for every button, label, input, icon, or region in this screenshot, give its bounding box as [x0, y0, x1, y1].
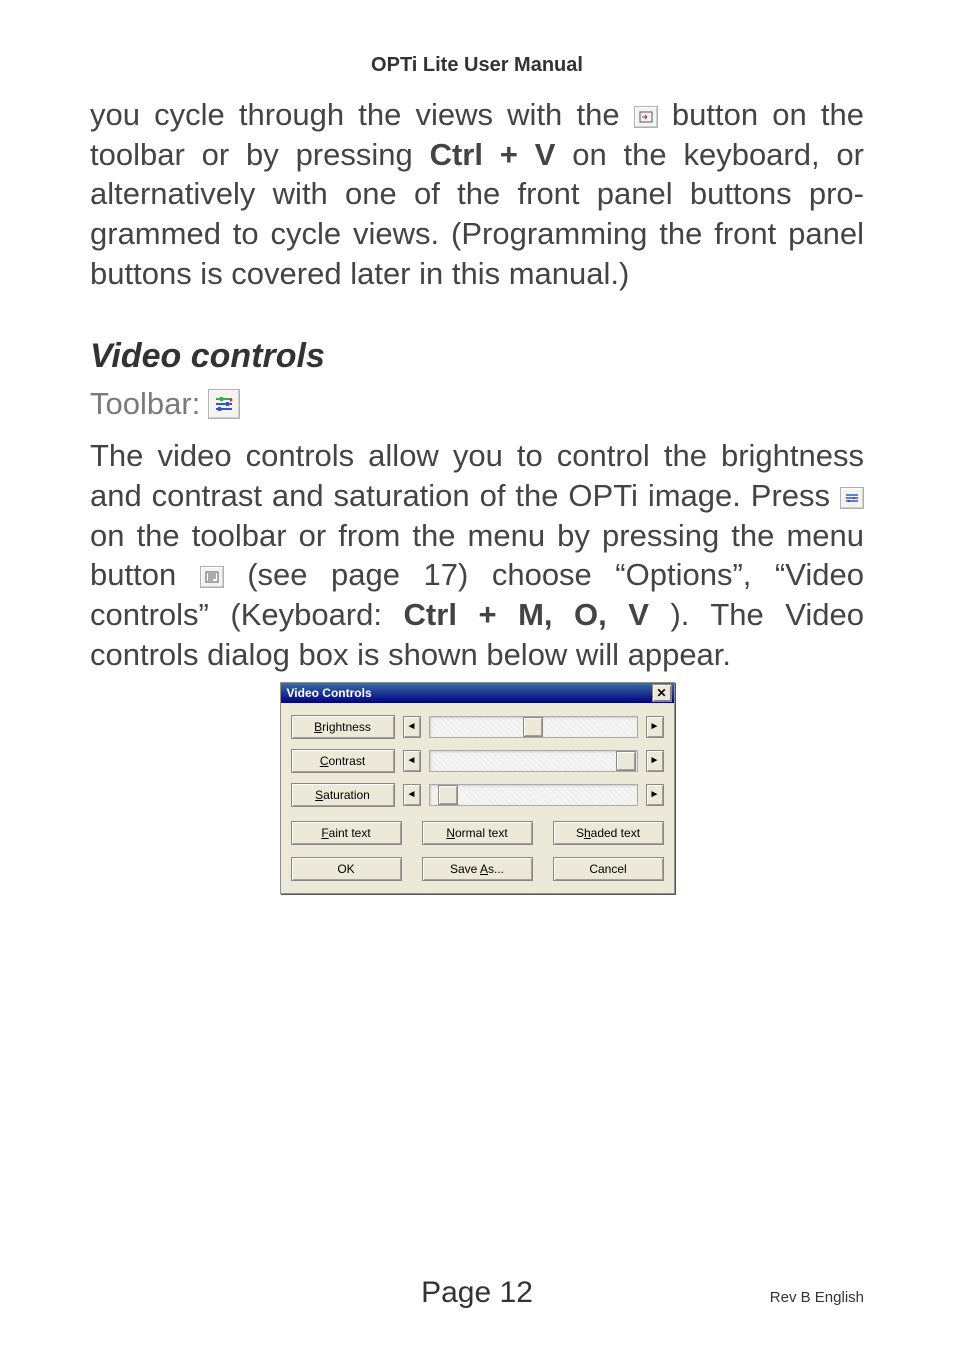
left-arrow-icon: ◄: [407, 756, 417, 766]
ok-button[interactable]: OK: [291, 857, 402, 881]
video-controls-dialog: Video Controls ✕ Brightness ◄ ► Contrast…: [280, 682, 675, 894]
label: Normal text: [446, 826, 507, 840]
revision-label: Rev B English: [770, 1289, 864, 1306]
contrast-button[interactable]: Contrast: [291, 749, 395, 773]
video-controls-inline-icon: [840, 487, 864, 509]
brightness-increase-button[interactable]: ►: [646, 716, 664, 738]
menu-button-icon: [200, 566, 224, 588]
right-arrow-icon: ►: [650, 722, 660, 732]
saturation-decrease-button[interactable]: ◄: [403, 784, 421, 806]
video-controls-toolbar-icon: [208, 389, 240, 419]
kbd-shortcut: Ctrl + V: [430, 137, 556, 172]
label: Save As...: [450, 862, 504, 876]
text: you cycle through the views with the: [90, 97, 634, 132]
shaded-text-button[interactable]: Shaded text: [553, 821, 664, 845]
dialog-titlebar[interactable]: Video Controls ✕: [281, 683, 674, 703]
right-arrow-icon: ►: [650, 756, 660, 766]
label: Faint text: [321, 826, 370, 840]
saturation-increase-button[interactable]: ►: [646, 784, 664, 806]
brightness-button[interactable]: Brightness: [291, 715, 395, 739]
brightness-thumb[interactable]: [523, 717, 543, 737]
left-arrow-icon: ◄: [407, 722, 417, 732]
saturation-slider[interactable]: [429, 784, 638, 806]
dialog-title: Video Controls: [287, 686, 372, 700]
label: Shaded text: [576, 826, 640, 840]
text: The video controls allow you to control …: [90, 438, 864, 513]
section-heading-video-controls: Video controls: [90, 337, 864, 376]
brightness-slider[interactable]: [429, 716, 638, 738]
cancel-button[interactable]: Cancel: [553, 857, 664, 881]
right-arrow-icon: ►: [650, 790, 660, 800]
label: Cancel: [589, 862, 626, 876]
brightness-decrease-button[interactable]: ◄: [403, 716, 421, 738]
label: OK: [337, 862, 354, 876]
faint-text-button[interactable]: Faint text: [291, 821, 402, 845]
paragraph-1: you cycle through the views with the but…: [90, 95, 864, 293]
saturation-button[interactable]: Saturation: [291, 783, 395, 807]
close-button[interactable]: ✕: [652, 684, 672, 702]
page-header: OPTi Lite User Manual: [90, 54, 864, 77]
left-arrow-icon: ◄: [407, 790, 417, 800]
label: Saturation: [315, 788, 370, 802]
close-icon: ✕: [656, 687, 666, 699]
page-number: Page 12: [421, 1276, 533, 1310]
contrast-slider[interactable]: [429, 750, 638, 772]
label: Contrast: [320, 754, 365, 768]
normal-text-button[interactable]: Normal text: [422, 821, 533, 845]
toolbar-label: Toolbar:: [90, 386, 200, 422]
contrast-decrease-button[interactable]: ◄: [403, 750, 421, 772]
paragraph-2: The video controls allow you to control …: [90, 436, 864, 674]
cycle-view-icon: [634, 106, 658, 128]
toolbar-label-line: Toolbar:: [90, 386, 864, 422]
kbd-shortcut: Ctrl + M, O, V: [404, 597, 649, 632]
saturation-thumb[interactable]: [438, 785, 458, 805]
contrast-increase-button[interactable]: ►: [646, 750, 664, 772]
contrast-thumb[interactable]: [616, 751, 636, 771]
save-as-button[interactable]: Save As...: [422, 857, 533, 881]
label: Brightness: [314, 720, 371, 734]
